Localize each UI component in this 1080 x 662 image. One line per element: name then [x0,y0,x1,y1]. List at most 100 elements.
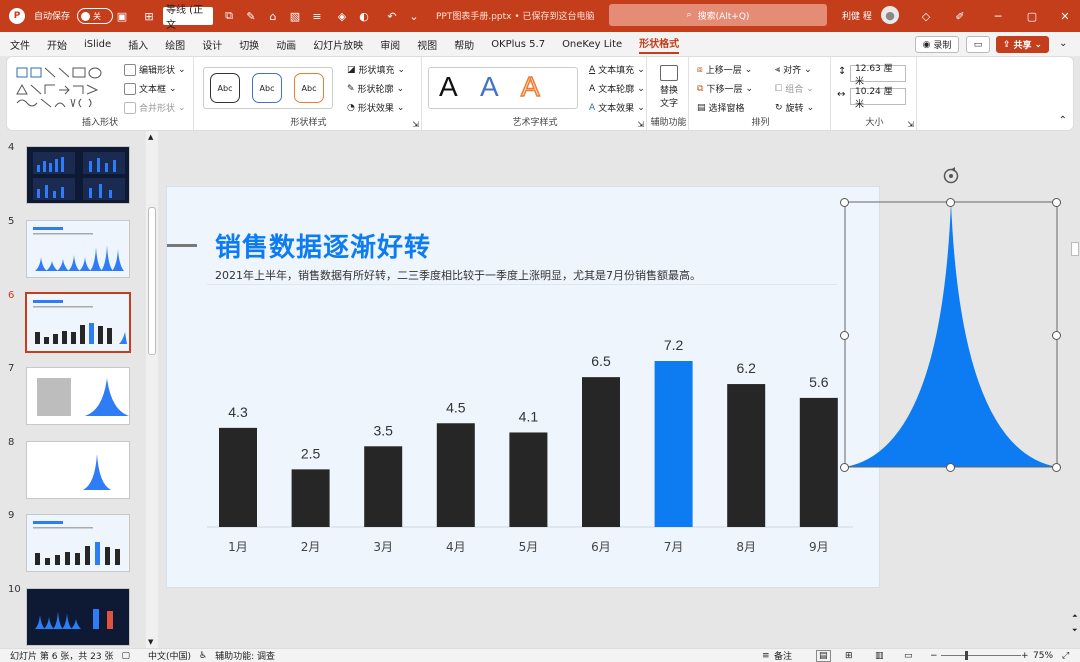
language[interactable]: 中文(中国) [148,649,191,662]
bring-forward-button[interactable]: ⧈ 上移一层 ⌄ [697,63,752,77]
dialog-launcher-icon[interactable]: ⇲ [412,120,419,129]
notes-icon[interactable]: ≡ [762,651,770,661]
tab-5[interactable]: 设计 [202,37,222,52]
wordart-blue[interactable]: A [480,71,499,103]
scrollbar-thumb[interactable] [148,207,156,355]
restore-icon[interactable]: ▢ [1024,8,1040,24]
tab-12[interactable]: OKPlus 5.7 [491,39,545,50]
fit-to-window-icon[interactable]: ⤢ [1062,651,1069,661]
outline-icon[interactable]: ◐ [356,8,372,24]
dialog-launcher-icon[interactable]: ⇲ [637,120,644,129]
diamond-icon[interactable]: ◇ [918,8,934,24]
style-preset-3[interactable]: Abc [294,73,324,103]
editor-scrollbar[interactable] [1070,131,1080,648]
pen-icon[interactable]: ✐ [952,8,968,24]
text-outline-button[interactable]: A 文本轮廓 ⌄ [589,82,645,96]
resize-handle-sw[interactable] [840,463,849,472]
undo-icon[interactable]: ↶ [384,8,400,24]
style-preset-1[interactable]: Abc [210,73,240,103]
tab-6[interactable]: 切换 [239,37,259,52]
tab-11[interactable]: 帮助 [454,37,474,52]
avatar[interactable]: ● [881,6,899,24]
chart-bar[interactable] [291,469,330,527]
tab-8[interactable]: 幻灯片放映 [313,37,363,52]
width-input[interactable]: 10.24 厘米 [850,87,906,110]
shape-effects-button[interactable]: ◔ 形状效果 ⌄ [347,101,404,115]
merge-shapes-button[interactable]: 合并形状 ⌄ [124,101,186,114]
minimize-icon[interactable]: ─ [990,8,1006,24]
tab-13[interactable]: OneKey Lite [562,39,622,50]
resize-handle-n[interactable] [946,198,955,207]
style-preset-2[interactable]: Abc [252,73,282,103]
resize-handle-ne[interactable] [1052,198,1061,207]
chart-bar[interactable] [799,397,838,527]
height-input[interactable]: 12.63 厘米 [850,64,906,87]
present-icon[interactable]: ⊞ [141,8,157,24]
text-effects-button[interactable]: A 文本效果 ⌄ [589,101,645,115]
autosave-toggle[interactable]: 关 [77,8,113,24]
tab-2[interactable]: iSlide [84,39,111,50]
next-slide-icon[interactable]: ⏷ [1072,626,1078,635]
rotate-button[interactable]: ↻ 旋转 ⌄ [775,101,814,115]
format-painter-icon[interactable]: ⌂ [265,8,281,24]
shape-fill-button[interactable]: ◪ 形状填充 ⌄ [347,63,405,77]
edit-shape-button[interactable]: 编辑形状 ⌄ [124,63,186,76]
chart-bar[interactable] [364,446,403,527]
accessibility-status[interactable]: 辅助功能: 调查 [215,649,275,662]
tab-1[interactable]: 开始 [47,37,67,52]
collapse-ribbon-icon[interactable]: ⌃ [1059,115,1067,126]
resize-handle-e[interactable] [1052,331,1061,340]
tab-10[interactable]: 视图 [417,37,437,52]
tab-0[interactable]: 文件 [10,37,30,52]
chart-bar[interactable] [509,432,548,527]
tab-14[interactable]: 形状格式 [639,35,680,54]
comments-button[interactable]: ▭ [966,36,990,53]
selection-pane-button[interactable]: ▤ 选择窗格 [697,101,745,115]
spellcheck-icon[interactable]: ▢ [121,651,130,661]
zoom-slider-thumb[interactable] [965,651,968,660]
text-box-button[interactable]: 文本框 ⌄ [124,82,177,95]
picture-icon[interactable]: ▧ [287,8,303,24]
chart-bar[interactable] [727,384,766,527]
tab-7[interactable]: 动画 [276,37,296,52]
dialog-launcher-icon[interactable]: ⇲ [907,120,914,129]
slide-sorter-icon[interactable]: ⊞ [845,651,853,661]
alt-text-button[interactable]: 替换 文字 [653,65,685,109]
close-icon[interactable]: ✕ [1057,8,1073,24]
align-button[interactable]: ⫷ 对齐 ⌄ [775,63,812,77]
zoom-in-icon[interactable]: + [1021,651,1029,661]
thumbnail-slide-5[interactable] [26,220,130,278]
zoom-level[interactable]: 75% [1033,651,1053,661]
thumbnail-slide-9[interactable] [26,514,130,572]
zoom-slider[interactable] [941,655,1021,656]
reading-view-icon[interactable]: ▥ [875,651,884,661]
thumbnail-scrollbar[interactable]: ▲ ▼ [146,131,158,648]
share-button[interactable]: ⇪ 共享 ⌄ [996,36,1049,53]
send-backward-button[interactable]: ⧉ 下移一层 ⌄ [697,82,753,96]
chart-bar[interactable] [654,361,693,527]
wordart-black[interactable]: A [439,71,458,103]
shape-outline-button[interactable]: ✎ 形状轮廓 ⌄ [347,82,404,96]
scroll-marker[interactable] [1071,242,1079,256]
resize-handle-w[interactable] [840,331,849,340]
resize-handle-s[interactable] [946,463,955,472]
chart-bar[interactable] [436,423,475,527]
resize-handle-nw[interactable] [840,198,849,207]
save-icon[interactable]: ▣ [114,8,130,24]
slideshow-icon[interactable]: ▭ [904,651,913,661]
record-button[interactable]: ◉ 录制 [915,36,959,53]
ribbon-options-icon[interactable]: ⌄ [1059,38,1067,49]
normal-view-icon[interactable]: ▤ [816,649,831,662]
notes-button[interactable]: 备注 [774,649,792,662]
slide-canvas[interactable]: 销售数据逐渐好转 2021年上半年，销售数据有所好转，二三季度相比较于一季度上涨… [166,186,880,588]
thumbnail-slide-10[interactable] [26,588,130,646]
paint-icon[interactable]: ✎ [243,8,259,24]
shape-gallery[interactable] [15,65,111,109]
thumbnail-slide-4[interactable] [26,146,130,204]
thumbnail-slide-8[interactable] [26,441,130,499]
previous-slide-icon[interactable]: ⏶ [1072,612,1078,621]
chart-bar[interactable] [582,377,620,527]
tab-9[interactable]: 审阅 [380,37,400,52]
font-name-dropdown[interactable]: 等线 (正文 [163,5,213,31]
chart-bar[interactable] [219,427,257,527]
